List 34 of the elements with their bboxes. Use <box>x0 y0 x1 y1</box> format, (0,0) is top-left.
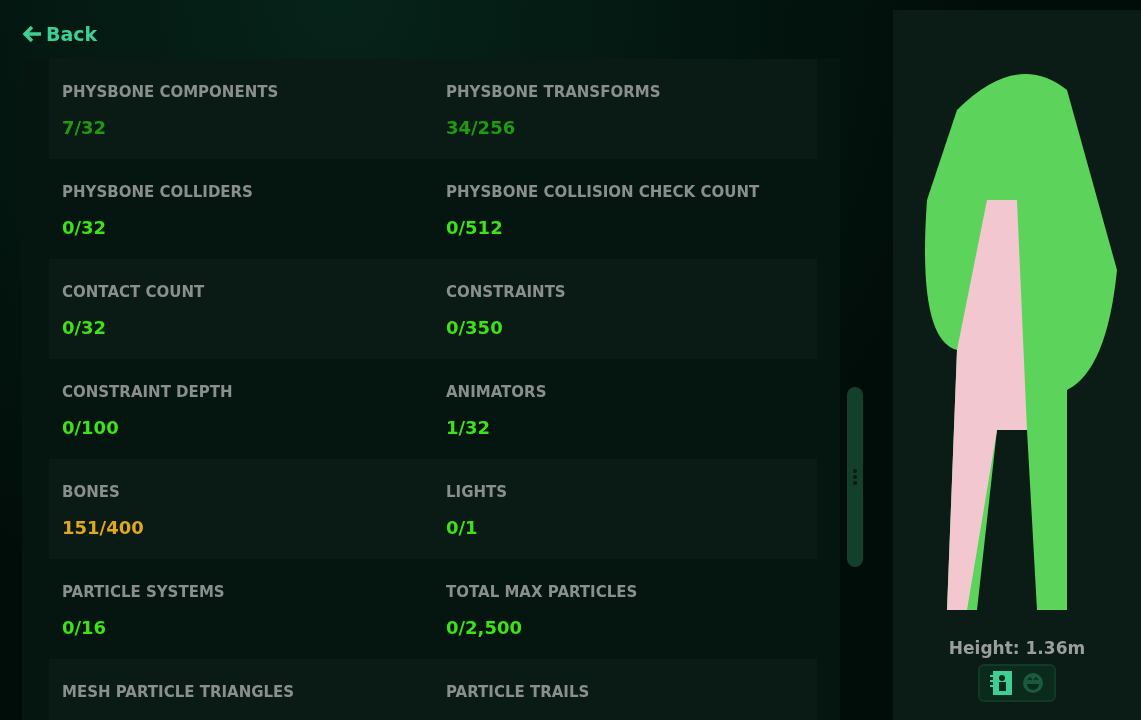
stat-value: 1/32 <box>446 417 491 438</box>
stat-value: 0/2,500 <box>446 617 523 638</box>
stat-label: MESH PARTICLE TRIANGLES <box>62 683 295 701</box>
stat-label: PARTICLE SYSTEMS <box>62 583 225 601</box>
stat-label: LIGHTS <box>446 483 508 501</box>
contact-book-icon <box>990 671 1012 695</box>
left-arrow-icon <box>22 24 42 43</box>
stat-label: PHYSBONE COMPONENTS <box>62 83 279 101</box>
stat-value: 0/32 <box>62 217 107 238</box>
smiley-face-icon <box>1022 672 1044 694</box>
stat-value: 0/350 <box>446 317 503 338</box>
stat-value: 151/400 <box>62 517 144 538</box>
stat-label: ANIMATORS <box>446 383 547 401</box>
stat-value: 34/256 <box>446 117 516 138</box>
stat-label: CONTACT COUNT <box>62 283 205 301</box>
stat-label: BONES <box>62 483 120 501</box>
stat-label: CONSTRAINTS <box>446 283 566 301</box>
stat-value: 7/32 <box>62 117 107 138</box>
stat-label: PHYSBONE COLLIDERS <box>62 183 253 201</box>
stat-label: CONSTRAINT DEPTH <box>62 383 233 401</box>
stat-value: 0/1 <box>446 517 478 538</box>
stat-value: 0/100 <box>62 417 119 438</box>
scrollbar-thumb[interactable] <box>847 387 863 567</box>
stat-label: PHYSBONE COLLISION CHECK COUNT <box>446 183 760 201</box>
stat-label: PHYSBONE TRANSFORMS <box>446 83 661 101</box>
height-label: Height: 1.36m <box>948 638 1086 658</box>
stat-label: PARTICLE TRAILS <box>446 683 590 701</box>
grip-dots-icon <box>853 469 857 485</box>
back-link[interactable]: Back <box>22 0 98 59</box>
view-button[interactable] <box>988 670 1014 696</box>
stat-label: TOTAL MAX PARTICLES <box>446 583 638 601</box>
stat-value: 0/512 <box>446 217 503 238</box>
stat-value: 0/16 <box>62 617 107 638</box>
stat-value: 0/32 <box>62 317 107 338</box>
